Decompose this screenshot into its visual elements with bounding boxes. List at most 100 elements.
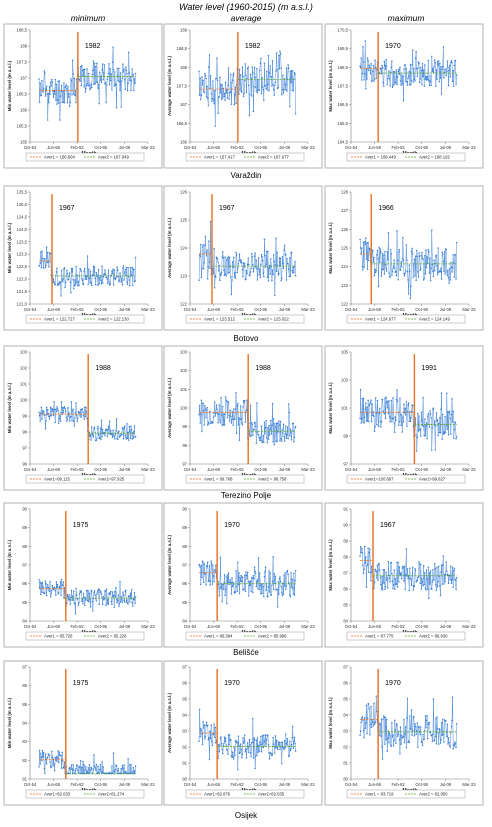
series-point bbox=[404, 64, 406, 66]
series-point bbox=[200, 583, 202, 586]
y-tick-label: 81 bbox=[182, 761, 187, 766]
x-tick-label: Oct-54 bbox=[24, 145, 37, 150]
series-point bbox=[424, 64, 426, 66]
series-point bbox=[282, 593, 285, 595]
x-tick-label: Oct-95 bbox=[254, 307, 267, 312]
series-point bbox=[114, 278, 117, 281]
series-point bbox=[40, 267, 43, 269]
x-tick-label: Oct-54 bbox=[345, 782, 358, 787]
series-point bbox=[251, 66, 254, 68]
series-point bbox=[424, 715, 427, 717]
y-tick-label: 170,5 bbox=[338, 28, 349, 33]
y-tick-label: 126 bbox=[180, 190, 188, 195]
series-point bbox=[253, 85, 255, 88]
series-point bbox=[259, 276, 262, 278]
x-tick-label: Jun-68 bbox=[47, 782, 60, 787]
series-point bbox=[368, 551, 371, 554]
series-point bbox=[263, 734, 265, 736]
series-point bbox=[272, 273, 274, 276]
x-tick-label: Feb-82 bbox=[230, 307, 244, 312]
series-point bbox=[111, 270, 113, 272]
series-point bbox=[230, 276, 232, 278]
series-point bbox=[216, 412, 219, 415]
series-point bbox=[261, 77, 263, 79]
series-point bbox=[63, 405, 66, 408]
series-point bbox=[379, 577, 382, 579]
series-point bbox=[119, 601, 122, 603]
x-tick-label: Oct-54 bbox=[345, 624, 358, 629]
series-point bbox=[233, 72, 235, 75]
series-point bbox=[209, 267, 211, 269]
series-point bbox=[198, 708, 201, 711]
series-point bbox=[445, 561, 447, 563]
series-point bbox=[410, 416, 412, 419]
x-tick-label: Oct-54 bbox=[24, 307, 37, 312]
series-point bbox=[271, 754, 273, 757]
series-point bbox=[50, 766, 52, 769]
series-point bbox=[227, 401, 230, 404]
series-point bbox=[118, 430, 120, 433]
series-point bbox=[419, 428, 421, 430]
series-point bbox=[410, 285, 412, 288]
x-tick-label: Oct-95 bbox=[254, 782, 267, 787]
series-point bbox=[221, 748, 223, 751]
x-tick-label: Jul-09 bbox=[279, 467, 291, 472]
y-tick-label: 90 bbox=[22, 507, 27, 512]
series-point bbox=[411, 64, 413, 66]
y-tick-label: 127 bbox=[341, 208, 349, 213]
series-point bbox=[278, 54, 280, 57]
series-point bbox=[75, 594, 78, 596]
series-point bbox=[83, 270, 85, 272]
series-point bbox=[421, 581, 424, 584]
series-point bbox=[432, 68, 434, 70]
series-point bbox=[453, 428, 456, 431]
series-point bbox=[119, 435, 121, 438]
series-point bbox=[125, 266, 128, 269]
series-point bbox=[112, 268, 114, 270]
series-point bbox=[38, 749, 41, 752]
series-point bbox=[417, 271, 419, 273]
series-point bbox=[442, 555, 445, 557]
series-point bbox=[241, 91, 243, 93]
series-point bbox=[209, 730, 211, 732]
series-point bbox=[241, 422, 243, 424]
series-point bbox=[274, 422, 276, 425]
series-point bbox=[88, 277, 91, 280]
series-point bbox=[410, 709, 413, 711]
series-point bbox=[243, 588, 245, 591]
series-point bbox=[396, 76, 399, 78]
series-point bbox=[212, 416, 215, 418]
series-point bbox=[283, 585, 286, 587]
series-point bbox=[405, 746, 408, 749]
series-point bbox=[273, 260, 275, 263]
series-point bbox=[275, 70, 277, 72]
series-point bbox=[114, 771, 116, 774]
series-point bbox=[82, 760, 84, 763]
series-point bbox=[234, 418, 236, 420]
series-point bbox=[125, 69, 128, 71]
series-point bbox=[404, 407, 406, 410]
series-point bbox=[454, 742, 457, 745]
series-point bbox=[387, 560, 390, 563]
series-point bbox=[376, 423, 378, 426]
series-point bbox=[390, 561, 393, 564]
series-point bbox=[83, 85, 85, 88]
series-point bbox=[102, 766, 104, 768]
series-point bbox=[414, 567, 416, 570]
series-point bbox=[82, 411, 84, 413]
series-point bbox=[392, 267, 394, 269]
series-point bbox=[409, 63, 412, 66]
series-point bbox=[401, 258, 404, 260]
legend-label-aver1: Aver1 = 123.512 bbox=[204, 317, 235, 322]
series-point bbox=[92, 768, 95, 770]
series-point bbox=[255, 739, 258, 741]
series-point bbox=[205, 255, 208, 257]
series-point bbox=[109, 67, 111, 70]
series-point bbox=[78, 284, 80, 287]
series-point bbox=[235, 739, 237, 742]
series-point bbox=[261, 592, 263, 595]
series-point bbox=[397, 561, 399, 564]
series-point bbox=[74, 417, 76, 419]
series-point bbox=[447, 269, 449, 271]
series-point bbox=[440, 571, 442, 573]
